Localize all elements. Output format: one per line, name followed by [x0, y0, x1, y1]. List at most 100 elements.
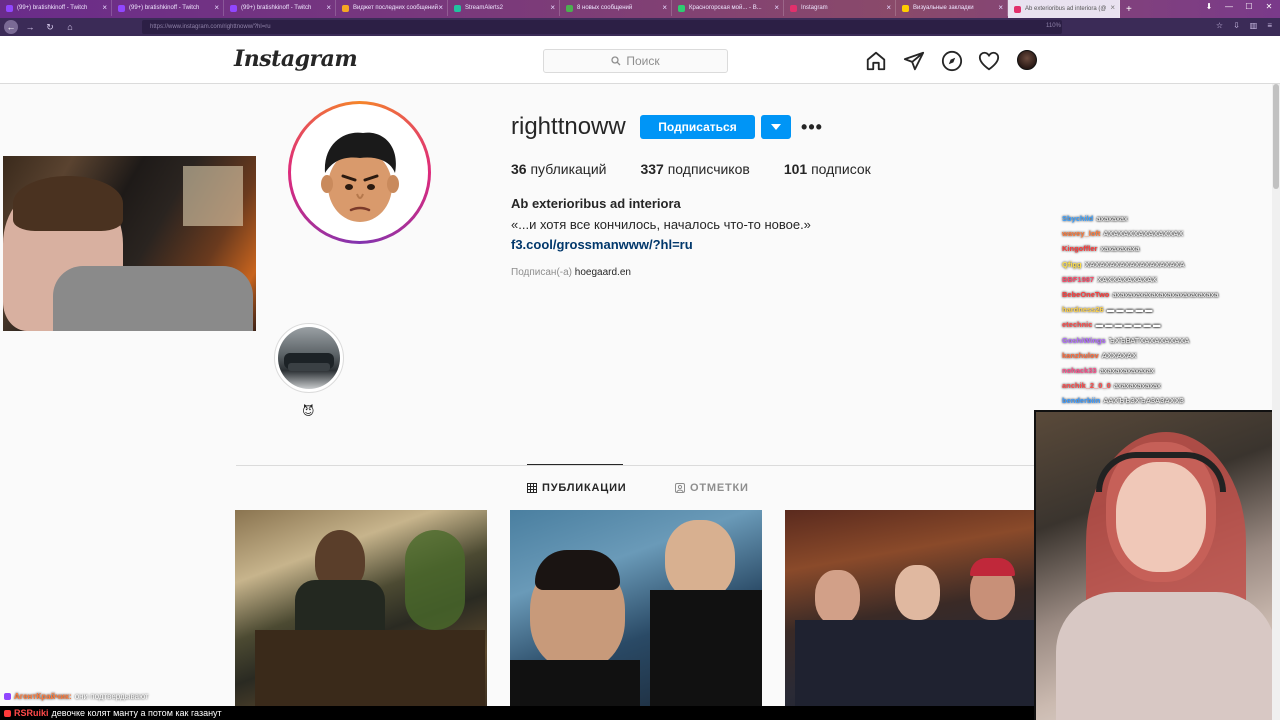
tab-close-icon[interactable]: ×	[774, 3, 779, 12]
tab-close-icon[interactable]: ×	[886, 3, 891, 12]
chat-text: ▬ ▬ ▬ ▬ ▬ ▬ ▬	[1095, 320, 1161, 330]
followed-by-user-link[interactable]: hoegaard.en	[575, 267, 631, 278]
chat-username[interactable]: wavey_loft	[1062, 226, 1100, 241]
search-input[interactable]: Поиск	[543, 49, 728, 73]
streamer-webcam-left	[3, 156, 256, 331]
chat-username[interactable]: benderbiin	[1062, 393, 1100, 408]
downloads-icon[interactable]: ⇩	[1233, 21, 1240, 30]
post-thumbnail[interactable]	[785, 510, 1037, 710]
page-scrollbar[interactable]	[1272, 84, 1280, 720]
sub-badge-icon	[4, 693, 11, 700]
chat-message: Sbychild ахахахах	[1062, 211, 1277, 226]
extension-icon[interactable]: ⬇	[1204, 2, 1214, 11]
tab-posts[interactable]: ПУБЛИКАЦИИ	[527, 482, 627, 494]
browser-tab[interactable]: (99+) bratishkinoff - Twitch ×	[112, 0, 224, 16]
browser-tab[interactable]: Красногорская мой... - В... ×	[672, 0, 784, 16]
tab-title: StreamAlerts2	[465, 5, 504, 11]
menu-icon[interactable]: ≡	[1267, 21, 1272, 30]
library-icon[interactable]: ▥	[1250, 21, 1258, 30]
story-highlight[interactable]	[274, 323, 344, 393]
browser-tab[interactable]: Виджет последних сообщений ×	[336, 0, 448, 16]
scrollbar-thumb[interactable]	[1273, 84, 1279, 189]
tab-title: (99+) bratishkinoff - Twitch	[129, 5, 200, 11]
more-options-button[interactable]: •••	[801, 116, 823, 138]
tab-favicon-icon	[342, 4, 349, 12]
browser-toolbar-icons: ☆ ⇩ ▥ ≡	[1216, 21, 1272, 30]
chat-text: ахахахахахахах	[1099, 366, 1155, 376]
post-thumbnail[interactable]	[510, 510, 762, 710]
forward-arrow-icon[interactable]: →	[22, 20, 38, 34]
chat-username[interactable]: etechnic	[1062, 317, 1092, 332]
profile-stats: 36 публикаций 337 подписчиков 101 подпис…	[511, 161, 905, 177]
profile-avatar-icon[interactable]	[1017, 50, 1037, 70]
chat-username[interactable]: Kingoffler	[1062, 241, 1097, 256]
stream-ticker: АгентКрайчик: они подтвердывают RSRuiki …	[0, 690, 1034, 720]
browser-tab[interactable]: Instagram ×	[784, 0, 896, 16]
window-controls: ⬇ — ☐ ✕	[1204, 2, 1274, 11]
chat-username[interactable]: Qfigg	[1062, 257, 1082, 272]
back-arrow-icon[interactable]: ←	[4, 20, 18, 34]
minimize-button[interactable]: —	[1224, 2, 1234, 11]
direct-message-icon[interactable]	[903, 50, 925, 72]
chat-message: BBF1987 ХАХХАХАХАХАХ	[1062, 272, 1277, 287]
new-tab-button[interactable]: +	[1120, 4, 1138, 15]
chat-message: anchik_2_0_0 ахахахахахах	[1062, 378, 1277, 393]
bio-name: Ab exterioribus ad interiora	[511, 196, 681, 211]
post-thumbnail[interactable]	[235, 510, 487, 710]
suggestions-dropdown-button[interactable]	[761, 115, 791, 139]
chat-text: ХАХХАХАХАХАХ	[1097, 274, 1158, 284]
browser-tab[interactable]: Визуальные закладки ×	[896, 0, 1008, 16]
following-count[interactable]: 101 подписок	[784, 161, 871, 177]
chat-username[interactable]: kanzhulov	[1062, 348, 1099, 363]
chat-username[interactable]: BebeOneTwo	[1062, 287, 1109, 302]
tab-close-icon[interactable]: ×	[662, 3, 667, 12]
home-icon[interactable]: ⌂	[62, 20, 78, 34]
chat-message: Kingoffler хахахахаха	[1062, 241, 1277, 256]
home-icon[interactable]	[865, 50, 887, 72]
browser-tab[interactable]: 8 новых сообщений ×	[560, 0, 672, 16]
chat-username[interactable]: Sbychild	[1062, 211, 1093, 226]
tab-close-icon[interactable]: ×	[214, 3, 219, 12]
tab-close-icon[interactable]: ×	[998, 3, 1003, 12]
browser-tab[interactable]: (99+) bratishkinoff - Twitch ×	[0, 0, 112, 16]
chat-username[interactable]: anchik_2_0_0	[1062, 378, 1111, 393]
tab-close-icon[interactable]: ×	[550, 3, 555, 12]
chat-message: benderbiin ААХЪЪЗХЪАЗАЗАХХЗ	[1062, 393, 1277, 408]
instagram-logo[interactable]: Instagram	[234, 46, 358, 72]
close-window-button[interactable]: ✕	[1264, 2, 1274, 11]
tab-tagged[interactable]: ОТМЕТКИ	[675, 482, 749, 494]
profile-picture[interactable]	[288, 101, 431, 244]
followers-count[interactable]: 337 подписчиков	[640, 161, 749, 177]
sub-badge-icon	[4, 709, 11, 717]
zoom-level[interactable]: 110%	[1046, 23, 1061, 29]
browser-tab[interactable]: (99+) bratishkinoff - Twitch ×	[224, 0, 336, 16]
bio-link[interactable]: f3.cool/grossmanwww/?hl=ru	[511, 237, 693, 252]
profile-username: righttnoww	[511, 113, 626, 140]
browser-tab[interactable]: StreamAlerts2 ×	[448, 0, 560, 16]
activity-heart-icon[interactable]	[978, 50, 1000, 72]
tab-favicon-icon	[6, 4, 13, 12]
chat-username[interactable]: BBF1987	[1062, 272, 1094, 287]
chat-text: ААХЪЪЗХЪАЗАЗАХХЗ	[1103, 396, 1184, 406]
tab-close-icon[interactable]: ×	[326, 3, 331, 12]
memoji-avatar-icon	[295, 108, 424, 237]
chat-message: kanzhulov АХХАХАХ	[1062, 348, 1277, 363]
search-icon	[611, 56, 621, 66]
maximize-button[interactable]: ☐	[1244, 2, 1254, 11]
browser-tab[interactable]: Ab exterioribus ad interiora (@ ×	[1008, 0, 1120, 18]
explore-compass-icon[interactable]	[941, 50, 963, 72]
followed-by: Подписан(-а) hoegaard.en	[511, 267, 631, 278]
url-input[interactable]: https://www.instagram.com/righttnoww/?hl…	[142, 20, 1062, 34]
chat-username[interactable]: nohack33	[1062, 363, 1097, 378]
chat-username[interactable]: hardness26	[1062, 302, 1104, 317]
tab-close-icon[interactable]: ×	[438, 3, 443, 12]
grid-icon	[527, 483, 537, 493]
chat-username[interactable]: GoshiWings	[1062, 333, 1106, 348]
bookmark-star-icon[interactable]: ☆	[1216, 21, 1223, 30]
follow-button[interactable]: Подписаться	[640, 115, 755, 139]
tab-close-icon[interactable]: ×	[102, 3, 107, 12]
highlight-cover-image	[278, 327, 340, 389]
tab-close-icon[interactable]: ×	[1110, 3, 1115, 12]
chat-text: ахахахахахах	[1113, 381, 1161, 391]
reload-icon[interactable]: ↻	[42, 20, 58, 34]
